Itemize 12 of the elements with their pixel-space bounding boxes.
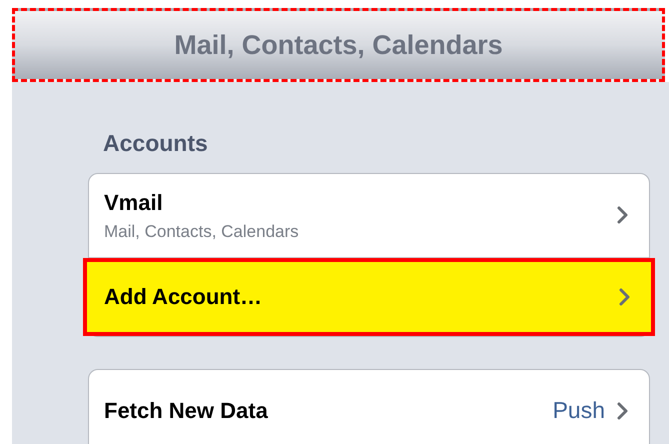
row-subtitle: Mail, Contacts, Calendars xyxy=(104,220,299,243)
window-title: Mail, Contacts, Calendars xyxy=(174,28,503,62)
row-value: Push xyxy=(552,396,605,426)
chevron-icon xyxy=(617,402,629,420)
account-row[interactable]: Add Account… xyxy=(83,258,655,336)
row-label: Vmail xyxy=(104,188,164,217)
fetch-row[interactable]: Fetch New Data Push xyxy=(88,368,650,444)
chevron-icon xyxy=(619,288,631,306)
row-label: Add Account… xyxy=(104,283,262,311)
row-label: Fetch New Data xyxy=(104,397,268,425)
section-heading: Accounts xyxy=(103,129,209,158)
chevron-icon xyxy=(617,206,629,224)
